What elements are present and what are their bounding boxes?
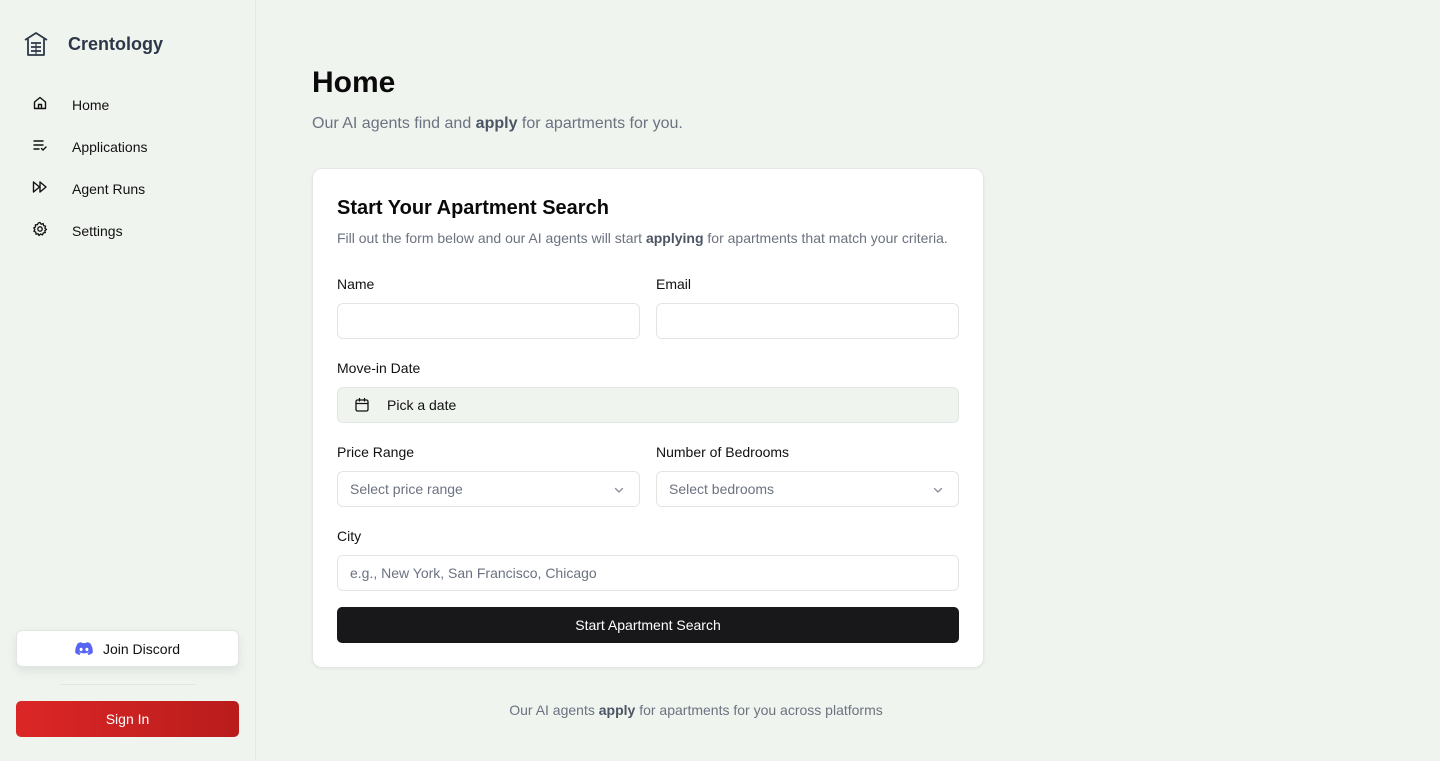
footer-note-emphasis: apply: [598, 702, 636, 718]
card-subtitle-text: Fill out the form below and our AI agent…: [337, 230, 646, 246]
page-subtitle-text: Our AI agents find and: [312, 115, 476, 132]
gear-icon: [32, 221, 48, 237]
name-label: Name: [337, 276, 375, 292]
sidebar-item-agent-runs[interactable]: Agent Runs: [16, 168, 240, 210]
move-in-date-placeholder: Pick a date: [387, 397, 457, 413]
price-range-select[interactable]: Select price range: [337, 471, 640, 507]
join-discord-button[interactable]: Join Discord: [16, 630, 239, 667]
discord-icon: [75, 641, 93, 656]
join-discord-label: Join Discord: [102, 640, 181, 657]
card-subtitle: Fill out the form below and our AI agent…: [337, 230, 948, 246]
price-range-placeholder: Select price range: [350, 481, 463, 497]
sidebar-item-label: Settings: [72, 223, 123, 239]
bedrooms-placeholder: Select bedrooms: [669, 481, 775, 497]
footer-note-text: for apartments for you across platforms: [635, 702, 883, 718]
card-title: Start Your Apartment Search: [337, 197, 609, 219]
bedrooms-select[interactable]: Select bedrooms: [656, 471, 959, 507]
start-apartment-search-button[interactable]: Start Apartment Search: [337, 607, 959, 643]
page-title: Home: [312, 66, 396, 99]
city-input[interactable]: [337, 555, 959, 591]
brand[interactable]: Crentology: [22, 30, 163, 58]
price-range-label: Price Range: [337, 444, 415, 460]
sidebar-item-settings[interactable]: Settings: [16, 210, 240, 252]
fast-forward-icon: [32, 179, 48, 195]
move-in-date-label: Move-in Date: [337, 360, 421, 376]
sidebar-nav: Home Applications Agent Runs Settings: [16, 84, 240, 252]
page-subtitle: Our AI agents find and apply for apartme…: [312, 115, 683, 133]
move-in-date-picker[interactable]: Pick a date: [337, 387, 959, 423]
sidebar-divider: [60, 684, 196, 685]
card-subtitle-text: for apartments that match your criteria.: [703, 230, 948, 246]
building-icon: [22, 30, 50, 58]
sidebar-item-label: Applications: [72, 139, 148, 155]
sidebar: Crentology Home Applications Agent Runs …: [0, 0, 256, 761]
sidebar-item-label: Agent Runs: [72, 181, 146, 197]
sign-in-button[interactable]: Sign In: [16, 701, 239, 737]
footer-note: Our AI agents apply for apartments for y…: [312, 702, 1080, 718]
chevron-down-icon: [932, 483, 944, 495]
chevron-down-icon: [613, 483, 625, 495]
page-subtitle-emphasis: apply: [475, 115, 518, 132]
sidebar-item-applications[interactable]: Applications: [16, 126, 240, 168]
email-input[interactable]: [656, 303, 959, 339]
sidebar-item-label: Home: [72, 97, 110, 113]
footer-note-text: Our AI agents: [509, 702, 599, 718]
name-input[interactable]: [337, 303, 640, 339]
list-check-icon: [32, 137, 48, 153]
page-subtitle-text: for apartments for you.: [517, 115, 683, 132]
sidebar-item-home[interactable]: Home: [16, 84, 240, 126]
city-label: City: [337, 528, 362, 544]
calendar-icon: [354, 397, 370, 413]
brand-name: Crentology: [68, 33, 164, 54]
bedrooms-label: Number of Bedrooms: [656, 444, 790, 460]
home-icon: [32, 95, 48, 111]
card-subtitle-emphasis: applying: [645, 230, 704, 246]
apartment-search-card: Start Your Apartment Search Fill out the…: [312, 168, 984, 668]
email-label: Email: [656, 276, 692, 292]
